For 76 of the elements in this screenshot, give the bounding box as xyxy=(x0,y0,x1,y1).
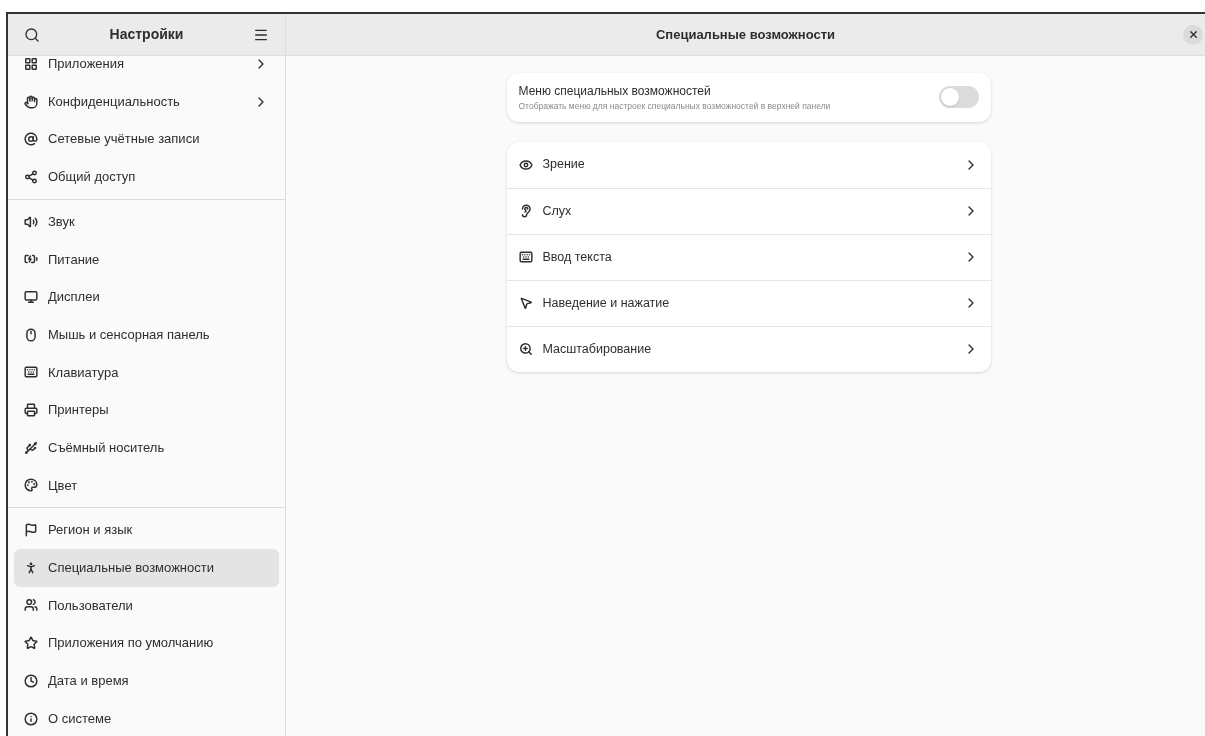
sidebar-label: Сетевые учётные записи xyxy=(48,130,201,149)
close-icon xyxy=(1187,29,1199,40)
setting-title: Меню специальных возможностей xyxy=(518,83,712,100)
option-row[interactable]: Масштабирование xyxy=(506,325,991,372)
sidebar-item[interactable]: Цвет xyxy=(14,466,279,505)
at-sign-icon xyxy=(24,132,38,147)
option-label: Масштабирование xyxy=(542,340,653,358)
sidebar-label: Дата и время xyxy=(48,672,130,691)
sidebar-label: Специальные возможности xyxy=(48,559,215,578)
printer-icon xyxy=(24,403,38,418)
users-icon xyxy=(24,598,38,613)
sidebar-item[interactable]: Клавиатура xyxy=(14,353,279,392)
option-row[interactable]: Зрение xyxy=(506,141,991,188)
sidebar-item[interactable]: Съёмный носитель xyxy=(14,428,279,467)
palette-icon xyxy=(24,478,38,493)
sidebar-label: Цвет xyxy=(48,476,79,495)
search-icon xyxy=(24,26,40,43)
hand-icon xyxy=(24,94,38,109)
sidebar-item[interactable]: Сетевые учётные записи xyxy=(14,120,279,159)
setting-subtitle: Отображать меню для настроек специальных возможностей в верхней панели xyxy=(518,100,832,113)
close-button[interactable] xyxy=(1183,24,1203,45)
sidebar-label: Клавиатура xyxy=(48,363,120,382)
sidebar-label: Регион и язык xyxy=(48,521,134,540)
toggle-switch[interactable] xyxy=(938,86,979,109)
toggle-knob xyxy=(940,88,959,107)
option-row[interactable]: Наведение и нажатие xyxy=(506,279,991,326)
sidebar-label: Питание xyxy=(48,250,101,269)
sidebar-item[interactable]: Дисплеи xyxy=(14,278,279,316)
option-label: Слух xyxy=(542,202,573,220)
sidebar-label: Конфиденциальность xyxy=(48,92,181,111)
sidebar-label: Приложения xyxy=(48,56,126,74)
option-label: Зрение xyxy=(542,156,586,174)
sidebar-label: Принтеры xyxy=(48,401,110,420)
sidebar-item[interactable]: Общий доступ xyxy=(14,158,279,196)
usb-stick-icon xyxy=(24,440,38,455)
sidebar-label: Звук xyxy=(48,212,76,231)
sidebar-label: Мышь и сенсорная панель xyxy=(48,325,211,344)
option-label: Наведение и нажатие xyxy=(542,294,671,312)
sidebar-label: Дисплеи xyxy=(48,288,101,307)
sidebar-item[interactable]: Звук xyxy=(14,202,279,241)
speaker-icon xyxy=(24,214,38,229)
sidebar-label: Пользователи xyxy=(48,596,134,615)
option-label: Ввод текста xyxy=(542,248,613,266)
sidebar-item[interactable]: Принтеры xyxy=(14,391,279,429)
person-icon xyxy=(24,560,38,575)
share-icon xyxy=(24,169,38,184)
sidebar-item[interactable]: Питание xyxy=(14,240,279,279)
magnifier-icon xyxy=(518,342,533,357)
sidebar-item[interactable]: Пользователи xyxy=(14,586,279,625)
apps-icon xyxy=(24,56,38,71)
option-row[interactable]: Слух xyxy=(506,187,991,234)
sidebar-item[interactable]: Мышь и сенсорная панель xyxy=(14,315,279,354)
clock-icon xyxy=(24,673,38,688)
sidebar-label: Приложения по умолчанию xyxy=(48,634,215,653)
option-row[interactable]: Ввод текста xyxy=(506,233,991,280)
sidebar-title: Настройки xyxy=(109,25,184,44)
page-title: Специальные возможности xyxy=(655,25,836,44)
sidebar-item[interactable]: Конфиденциальность xyxy=(14,82,279,121)
pointer-icon xyxy=(518,296,533,311)
info-icon xyxy=(24,711,38,726)
monitor-icon xyxy=(24,289,38,304)
sidebar-item[interactable]: Приложения по умолчанию xyxy=(14,624,279,662)
eye-icon xyxy=(518,157,533,172)
flag-icon xyxy=(24,523,38,538)
sidebar-item[interactable]: Дата и время xyxy=(14,662,279,700)
mouse-icon xyxy=(24,327,38,342)
sidebar-item[interactable]: Регион и язык xyxy=(14,511,279,549)
keyboard-icon xyxy=(24,365,38,380)
sidebar-label: Съёмный носитель xyxy=(48,438,166,457)
sidebar-item[interactable]: Приложения xyxy=(14,56,279,83)
keyboard-icon xyxy=(518,250,533,265)
sidebar-label: Общий доступ xyxy=(48,168,137,187)
sidebar-label: О системе xyxy=(48,709,113,728)
sidebar-item[interactable]: Специальные возможности xyxy=(14,548,279,587)
sidebar-item[interactable]: О системе xyxy=(14,699,279,736)
star-icon xyxy=(24,636,38,651)
